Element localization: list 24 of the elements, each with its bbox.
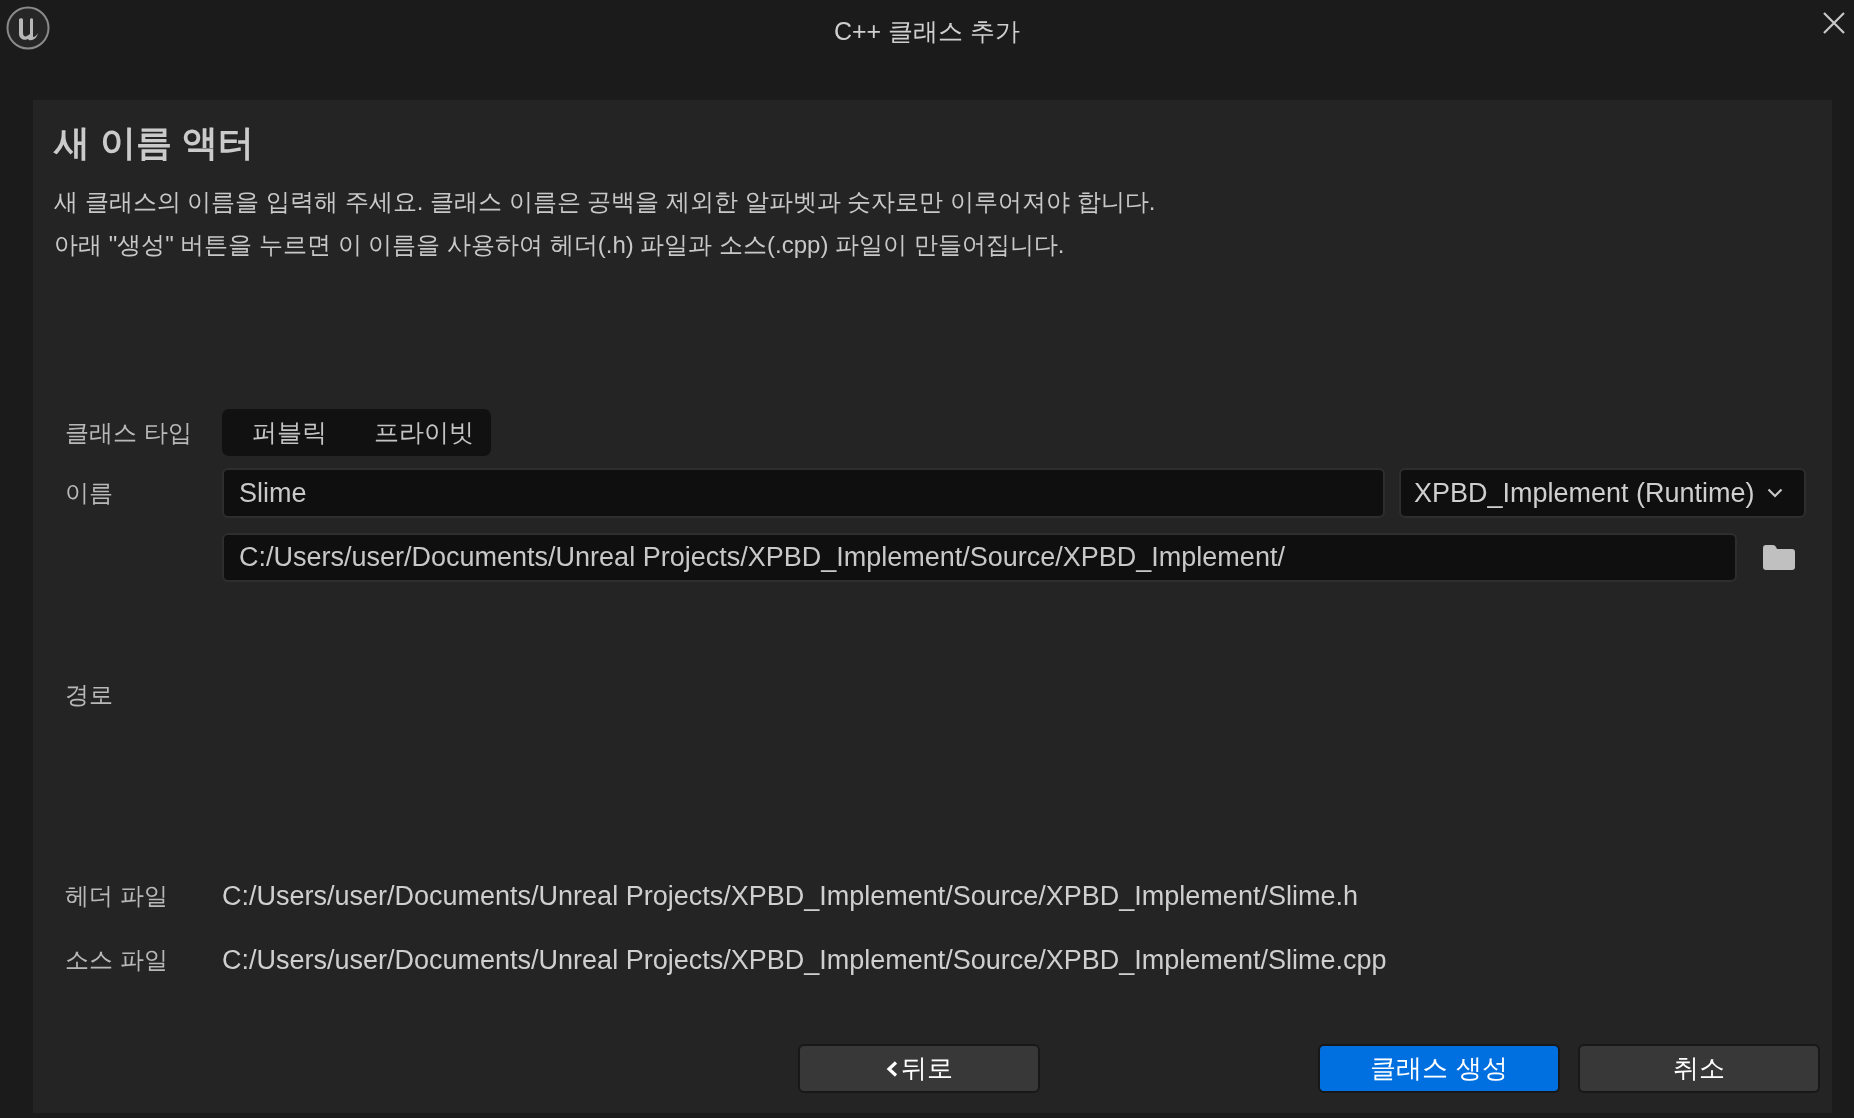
description-text: 아래 "생성" 버튼을 누르면 이 이름을 사용하여 헤더(.h) 파일과 소스(.cpp) 파일이 만들어집니다.: [54, 230, 1065, 260]
description-text: 새 클래스의 이름을 입력해 주세요. 클래스 이름은 공백을 제외한 알파벳과 숫자로만 이루어져야 합니다.: [54, 187, 1156, 217]
field-label: 이름: [65, 478, 114, 508]
field-label: 헤더 파일: [65, 881, 169, 911]
field-label: 소스 파일: [65, 945, 169, 975]
segment-option[interactable]: 퍼블릭: [222, 409, 357, 456]
module-dropdown[interactable]: XPBD_Implement (Runtime): [1399, 468, 1806, 518]
name-field[interactable]: Slime: [222, 468, 1385, 518]
circle-logo-icon: [6, 6, 50, 50]
cancel-button[interactable]: 취소: [1578, 1044, 1820, 1093]
chevron-down-icon: [1766, 488, 1783, 498]
field-label: 클래스 타입: [65, 417, 193, 448]
folder-icon[interactable]: [1763, 545, 1795, 570]
field-label: 경로: [65, 680, 114, 710]
close-icon[interactable]: [1823, 12, 1845, 34]
chevron-left-icon: [885, 1060, 898, 1077]
file-path-text: C:/Users/user/Documents/Unreal Projects/XPBD_Implement/Source/XPBD_Implement/Slime.cpp: [222, 945, 1387, 975]
segment-option[interactable]: 프라이빗: [356, 409, 491, 456]
create-button[interactable]: 클래스 생성: [1318, 1044, 1560, 1093]
back-button[interactable]: 뒤로: [798, 1044, 1040, 1093]
file-path-text: C:/Users/user/Documents/Unreal Projects/XPBD_Implement/Source/XPBD_Implement/Slime.h: [222, 881, 1358, 911]
page-heading: 새 이름 액터: [54, 121, 254, 165]
window-title: C++ 클래스 추가: [833, 16, 1021, 46]
path-field[interactable]: C:/Users/user/Documents/Unreal Projects/XPBD_Implement/Source/XPBD_Implement/: [222, 533, 1737, 582]
